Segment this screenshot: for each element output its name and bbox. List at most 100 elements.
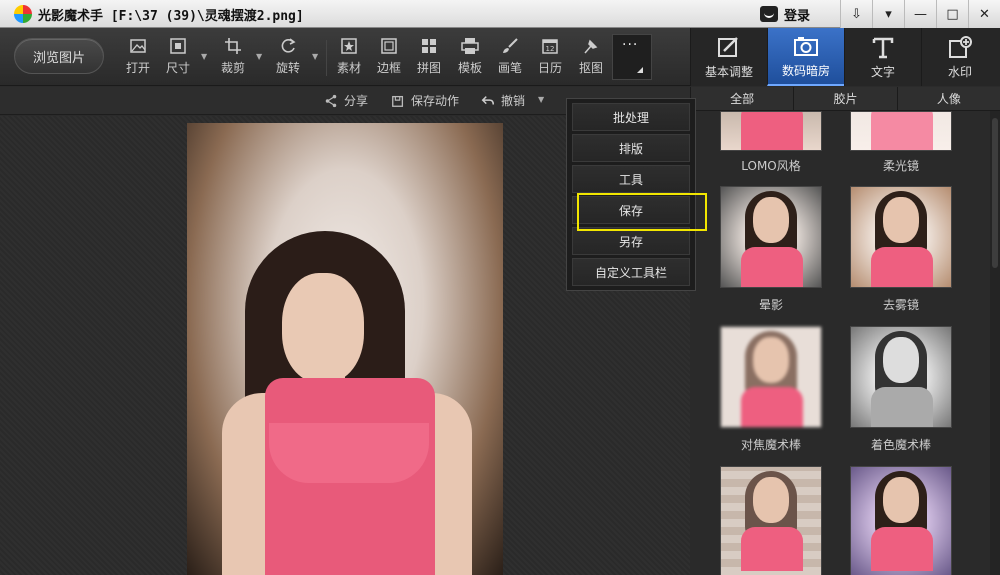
close-button[interactable]: ✕ (968, 0, 1000, 28)
thumb-dress (871, 112, 933, 150)
resize-dropdown-icon[interactable]: ▼ (201, 52, 209, 61)
calendar-button[interactable]: 12 日历 (530, 36, 570, 80)
share-label: 分享 (344, 94, 369, 108)
effect-thumb-vignette[interactable] (720, 186, 822, 288)
open-button[interactable]: 打开 (118, 36, 158, 80)
minimize-button[interactable]: — (904, 0, 936, 28)
thumb-face (753, 337, 789, 383)
thumb-dress (871, 387, 933, 427)
tab-watermark[interactable]: 水印 (921, 28, 998, 86)
user-avatar-icon (760, 6, 778, 22)
rotate-label: 旋转 (275, 61, 300, 75)
undo-button[interactable]: 撤销 (480, 92, 525, 109)
save-action-button[interactable]: 保存动作 (390, 92, 459, 109)
effects-panel: LOMO风格 柔光镜 晕影 去雾镜 对焦魔术棒 着色魔术棒 (690, 111, 1000, 575)
effect-thumb-mosaic[interactable] (720, 466, 822, 575)
tab-watermark-label: 水印 (947, 64, 972, 79)
crop-label: 裁剪 (220, 61, 245, 75)
effect-thumb-focus-wand[interactable] (720, 326, 822, 428)
collage-icon (419, 36, 439, 56)
open-image-icon (128, 36, 148, 56)
menu-item-tools[interactable]: 工具 (572, 165, 690, 193)
tab-digital-darkroom[interactable]: 数码暗房 (767, 28, 844, 86)
material-button[interactable]: 素材 (329, 36, 369, 80)
menu-item-batch[interactable]: 批处理 (572, 103, 690, 131)
save-highlight-box (577, 193, 707, 231)
effect-label: 去雾镜 (882, 298, 919, 312)
window-controls: ⇩ ▾ — □ ✕ (840, 0, 1000, 28)
thumb-dress (871, 527, 933, 571)
share-button[interactable]: 分享 (323, 92, 368, 109)
more-tools-button[interactable]: ··· (612, 34, 652, 80)
effect-thumb-purple-tone[interactable] (850, 466, 952, 575)
crop-button[interactable]: 裁剪 (213, 36, 253, 80)
effect-thumb-color-wand[interactable] (850, 326, 952, 428)
cutout-button[interactable]: 抠图 (571, 36, 611, 80)
effect-label: 对焦魔术棒 (740, 438, 801, 452)
resize-label: 尺寸 (165, 61, 190, 75)
effect-label: LOMO风格 (741, 159, 801, 173)
effect-label: 晕影 (758, 298, 783, 312)
calendar-icon: 12 (540, 36, 560, 56)
open-label: 打开 (125, 61, 150, 75)
thumb-face (883, 477, 919, 523)
right-panel-tabs: 基本调整 数码暗房 文字 水印 (690, 28, 1000, 86)
rotate-dropdown-icon[interactable]: ▼ (312, 52, 320, 61)
tab-all[interactable]: 全部 (690, 87, 793, 110)
tab-digital-darkroom-label: 数码暗房 (781, 63, 830, 78)
menu-item-customize-toolbar[interactable]: 自定义工具栏 (572, 258, 690, 286)
material-icon (339, 36, 359, 56)
watermark-icon (946, 35, 974, 61)
menu-dropdown-button[interactable]: ▾ (872, 0, 904, 28)
photo-ruffle (269, 423, 429, 483)
undo-dropdown-icon[interactable]: ▼ (538, 95, 546, 104)
effects-scroll-thumb[interactable] (992, 118, 998, 268)
browse-images-button[interactable]: 浏览图片 (14, 38, 104, 74)
brush-button[interactable]: 画笔 (490, 36, 530, 80)
save-action-icon (390, 93, 406, 109)
more-dots: ··· (622, 37, 639, 53)
login-label: 登录 (784, 8, 811, 24)
text-icon (869, 35, 897, 61)
toolbar-divider (326, 40, 327, 76)
skin-button[interactable]: ⇩ (840, 0, 872, 28)
effect-category-tabs: 全部 胶片 人像 (690, 87, 1000, 111)
template-label: 模板 (457, 61, 482, 75)
border-label: 边框 (376, 61, 401, 75)
menu-item-save-as[interactable]: 另存 (572, 227, 690, 255)
thumb-dress (741, 247, 803, 287)
brush-icon (500, 36, 520, 56)
template-button[interactable]: 模板 (450, 36, 490, 80)
effect-thumb-soft-light[interactable] (850, 111, 952, 151)
effect-thumb-dehaze[interactable] (850, 186, 952, 288)
expand-corner-icon (637, 67, 643, 73)
thumb-dress (741, 387, 803, 427)
collage-button[interactable]: 拼图 (409, 36, 449, 80)
tab-text[interactable]: 文字 (844, 28, 921, 86)
border-button[interactable]: 边框 (369, 36, 409, 80)
resize-button[interactable]: 尺寸 (158, 36, 198, 80)
svg-text:12: 12 (546, 45, 555, 53)
menu-item-layout[interactable]: 排版 (572, 134, 690, 162)
thumb-dress (741, 527, 803, 571)
tab-basic-adjust[interactable]: 基本调整 (690, 28, 767, 86)
undo-icon (480, 93, 496, 109)
calendar-label: 日历 (537, 61, 562, 75)
effect-thumb-lomo[interactable] (720, 111, 822, 151)
app-logo-icon (14, 5, 32, 23)
tab-portrait[interactable]: 人像 (896, 87, 1000, 110)
border-icon (379, 36, 399, 56)
login-button[interactable]: 登录 (760, 0, 810, 28)
tab-text-label: 文字 (870, 64, 895, 79)
rotate-icon (278, 36, 298, 56)
photo-preview[interactable] (187, 123, 503, 575)
tab-film[interactable]: 胶片 (793, 87, 896, 110)
thumb-face (753, 477, 789, 523)
template-icon (460, 36, 480, 56)
thumb-dress (741, 112, 803, 150)
crop-dropdown-icon[interactable]: ▼ (256, 52, 264, 61)
maximize-button[interactable]: □ (936, 0, 968, 28)
rotate-button[interactable]: 旋转 (268, 36, 308, 80)
adjust-icon (715, 35, 743, 61)
resize-icon (168, 36, 188, 56)
